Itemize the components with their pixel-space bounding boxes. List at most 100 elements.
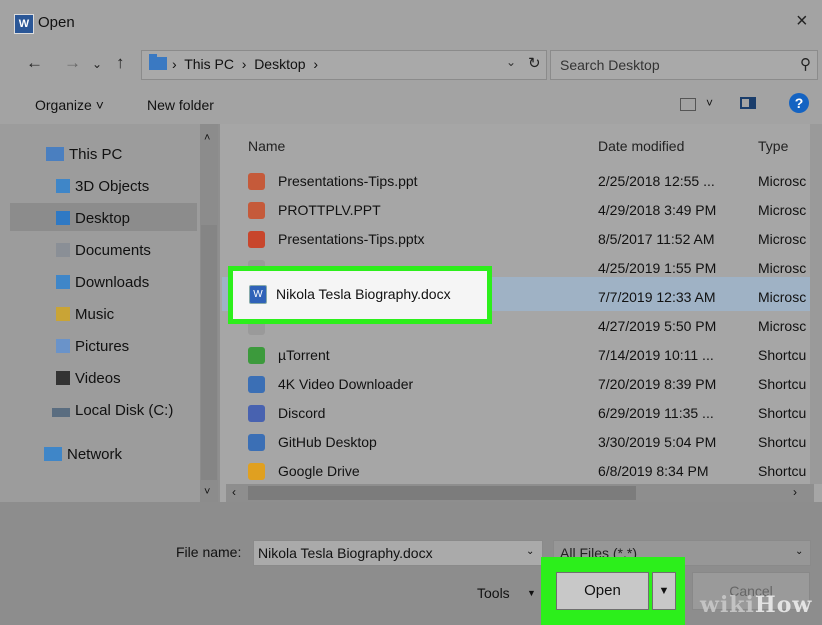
file-name-value[interactable]: Nikola Tesla Biography.docx [258,545,433,561]
sidebar-item-music[interactable]: Music [56,306,114,323]
refresh-icon[interactable]: ↻ [528,54,541,72]
file-name: 4K Video Downloader [278,376,414,392]
file-date: 8/5/2017 11:52 AM [598,231,715,247]
column-header-type[interactable]: Type [758,138,788,154]
file-row[interactable]: GitHub Desktop 3/30/2019 5:04 PM Shortcu [222,428,812,457]
new-folder-button[interactable]: New folder [147,97,214,113]
file-name: Presentations-Tips.ppt [278,173,418,189]
file-date: 7/14/2019 10:11 ... [598,347,714,363]
window-title: Open [38,14,75,31]
horizontal-scroll-thumb[interactable] [248,486,636,500]
file-row[interactable]: Presentations-Tips.ppt 2/25/2018 12:55 ..… [222,167,812,196]
file-name: Google Drive [278,463,360,479]
file-date: 3/30/2019 5:04 PM [598,434,717,450]
column-header-name[interactable]: Name [248,138,285,154]
nav-scroll-up-icon[interactable]: ˄ [204,132,210,144]
close-button[interactable]: × [796,10,808,33]
file-row[interactable]: Google Drive 6/8/2019 8:34 PM Shortcu [222,457,812,486]
app-icon: W [14,14,34,34]
sidebar-item-local-disk[interactable]: Local Disk (C:) [52,402,173,419]
scroll-left-icon[interactable]: ‹ [232,485,236,499]
file-icon [248,173,265,190]
file-icon [248,463,265,480]
file-icon [248,376,265,393]
sidebar-item-videos[interactable]: Videos [56,370,121,387]
file-date: 7/20/2019 8:39 PM [598,376,717,392]
nav-scroll-thumb[interactable] [201,225,217,480]
file-date: 6/29/2019 11:35 ... [598,405,714,421]
file-name-label: File name: [176,544,242,560]
file-date: 4/27/2019 5:50 PM [598,318,717,334]
column-header-date[interactable]: Date modified [598,138,684,154]
file-date: 7/7/2019 12:33 AM [598,289,716,305]
network-icon [44,447,62,461]
file-icon [248,405,265,422]
file-row[interactable]: 4K Video Downloader 7/20/2019 8:39 PM Shor… [222,370,812,399]
file-row[interactable]: Discord 6/29/2019 11:35 ... Shortcu [222,399,812,428]
sidebar-item-documents[interactable]: Documents [56,242,151,259]
pc-icon [46,147,64,161]
sidebar-item-3d-objects[interactable]: 3D Objects [56,178,149,195]
file-type: Shortcu [758,347,807,363]
folder-icon [56,211,70,225]
file-icon [248,347,265,364]
file-type: Microsc [758,260,807,276]
file-icon [248,434,265,451]
view-options-icon[interactable] [680,98,696,111]
file-icon [248,231,265,248]
disk-icon [52,408,70,417]
file-row[interactable]: µTorrent 7/14/2019 10:11 ... Shortcu [222,341,812,370]
word-document-icon: W [249,285,267,304]
sidebar-item-this-pc[interactable]: This PC [46,146,122,163]
file-row[interactable]: Presentations-Tips.pptx 8/5/2017 11:52 AM… [222,225,812,254]
file-icon [248,202,265,219]
file-type: Microsc [758,318,807,334]
back-button[interactable]: ← [26,53,43,73]
forward-button[interactable]: → [64,53,81,73]
file-date: 4/25/2019 1:55 PM [598,260,717,276]
help-icon[interactable]: ? [789,93,809,113]
open-dropdown-button[interactable]: ▼ [652,572,676,610]
file-type: Microsc [758,231,807,247]
file-name: GitHub Desktop [278,434,377,450]
nav-scroll-down-icon[interactable]: ˅ [204,486,210,498]
tools-button[interactable]: Tools [477,585,510,601]
sidebar-item-network[interactable]: Network [44,446,122,463]
tools-dropdown-icon[interactable]: ▼ [527,588,536,598]
chevron-down-icon[interactable]: ⌄ [526,546,534,557]
sidebar-item-pictures[interactable]: Pictures [56,338,129,355]
file-type: Microsc [758,173,807,189]
file-type: Shortcu [758,405,807,421]
selected-file-name[interactable]: Nikola Tesla Biography.docx [276,286,451,302]
up-button[interactable]: ↑ [116,53,125,73]
file-type: Microsc [758,202,807,218]
file-type: Shortcu [758,463,807,479]
scroll-right-icon[interactable]: › [793,485,797,499]
title-bar [0,0,822,46]
file-type: Shortcu [758,376,807,392]
organize-button[interactable]: Organize ˅ [35,97,104,113]
toolbar [0,86,822,124]
view-dropdown-icon[interactable]: ˅ [706,96,713,110]
file-name: Presentations-Tips.pptx [278,231,425,247]
file-name: µTorrent [278,347,330,363]
sidebar-item-downloads[interactable]: Downloads [56,274,149,291]
chevron-down-icon[interactable]: ⌄ [506,55,516,69]
file-row[interactable]: PROTTPLV.PPT 4/29/2018 3:49 PM Microsc [222,196,812,225]
file-type: Microsc [758,289,807,305]
file-date: 6/8/2019 8:34 PM [598,463,709,479]
file-list-scrollbar[interactable] [810,124,822,484]
chevron-down-icon[interactable]: ⌄ [795,546,803,557]
search-placeholder: Search Desktop [560,57,660,73]
file-date: 2/25/2018 12:55 ... [598,173,715,189]
pictures-icon [56,339,70,353]
recent-locations-button[interactable]: ⌄ [92,57,102,71]
breadcrumb[interactable]: › This PC › Desktop › [172,56,318,72]
file-type: Shortcu [758,434,807,450]
sidebar-item-desktop[interactable]: Desktop [56,210,130,227]
open-button[interactable]: Open [556,572,649,610]
preview-pane-icon[interactable] [740,97,756,109]
file-name: Discord [278,405,326,421]
3d-objects-icon [56,179,70,193]
search-icon[interactable]: ⚲ [800,55,811,73]
